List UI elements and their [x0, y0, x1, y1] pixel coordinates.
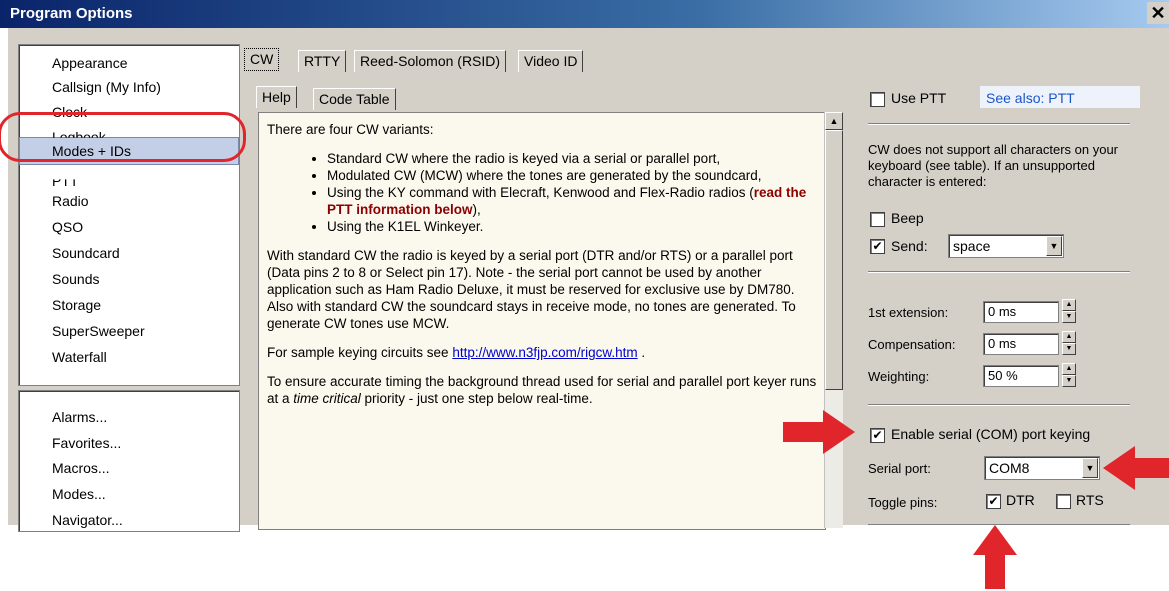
compensation-label: Compensation: [868, 337, 956, 352]
red-arrow-up-icon [973, 525, 1017, 589]
help-para: For sample keying circuits see http://ww… [267, 344, 822, 361]
n3fjp-link[interactable]: http://www.n3fjp.com/rigcw.htm [452, 345, 637, 360]
dtr-label: DTR [1006, 492, 1035, 508]
tool-item-navigator[interactable]: Navigator... [52, 512, 123, 528]
help-bullet: Using the KY command with Elecraft, Kenw… [327, 184, 822, 218]
compensation-input[interactable]: 0 ms [983, 333, 1059, 355]
compensation-spinner[interactable]: ▲ ▼ [1062, 331, 1076, 355]
highlight-oval-annotation [0, 112, 246, 162]
ky-text: Using the KY command with Elecraft, Kenw… [327, 185, 754, 200]
tab-cw[interactable]: CW [244, 48, 280, 71]
tool-item-macros[interactable]: Macros... [52, 460, 110, 476]
weighting-spinner[interactable]: ▲ ▼ [1062, 363, 1076, 387]
tools-list: Alarms... Favorites... Macros... Modes..… [18, 390, 240, 532]
chevron-down-icon[interactable]: ▼ [1082, 458, 1098, 478]
beep-checkbox[interactable] [870, 212, 885, 227]
use-ptt-label: Use PTT [891, 90, 947, 106]
chevron-down-icon[interactable]: ▼ [1046, 236, 1062, 256]
para2-text: For sample keying circuits see [267, 345, 453, 360]
para2-suffix: . [637, 345, 646, 360]
help-bullet-list: Standard CW where the radio is keyed via… [267, 150, 822, 235]
category-list: Appearance Callsign (My Info) Clock Logb… [18, 44, 240, 386]
weighting-input[interactable]: 50 % [983, 365, 1059, 387]
ky-suffix: ), [472, 202, 481, 217]
red-arrow-left-icon [1103, 446, 1169, 490]
first-extension-spinner[interactable]: ▲ ▼ [1062, 299, 1076, 323]
tool-item-favorites[interactable]: Favorites... [52, 435, 121, 451]
separator [868, 123, 1130, 125]
title-bar: Program Options ✕ [0, 0, 1169, 28]
dtr-checkbox[interactable]: ✔ [986, 494, 1001, 509]
help-scrollbar[interactable]: ▲ [824, 112, 843, 528]
weighting-label: Weighting: [868, 369, 930, 384]
spin-up-icon[interactable]: ▲ [1062, 299, 1076, 311]
help-text: There are four CW variants: Standard CW … [267, 121, 822, 419]
unsupported-note: CW does not support all characters on yo… [868, 142, 1119, 189]
tool-item-modes[interactable]: Modes... [52, 486, 106, 502]
para3-em: time critical [293, 391, 361, 406]
help-bullet: Using the K1EL Winkeyer. [327, 218, 822, 235]
tab-help[interactable]: Help [256, 86, 297, 108]
sidebar-item-supersweeper[interactable]: SuperSweeper [52, 323, 145, 339]
sidebar-item-callsign[interactable]: Callsign (My Info) [52, 79, 161, 95]
tool-item-alarms[interactable]: Alarms... [52, 409, 107, 425]
separator [868, 271, 1130, 273]
beep-label: Beep [891, 210, 924, 226]
rts-checkbox[interactable] [1056, 494, 1071, 509]
enable-serial-checkbox[interactable]: ✔ [870, 428, 885, 443]
toggle-pins-label: Toggle pins: [868, 495, 938, 510]
sidebar-item-radio[interactable]: Radio [52, 193, 89, 209]
sidebar-item-appearance[interactable]: Appearance [52, 55, 128, 71]
tab-rsid[interactable]: Reed-Solomon (RSID) [354, 50, 507, 72]
spin-down-icon[interactable]: ▼ [1062, 311, 1076, 323]
enable-serial-label: Enable serial (COM) port keying [891, 426, 1091, 442]
first-extension-input[interactable]: 0 ms [983, 301, 1059, 323]
send-checkbox[interactable]: ✔ [870, 239, 885, 254]
spin-up-icon[interactable]: ▲ [1062, 331, 1076, 343]
tab-video-id[interactable]: Video ID [518, 50, 584, 72]
help-bullet: Standard CW where the radio is keyed via… [327, 150, 822, 167]
scroll-up-arrow-icon[interactable]: ▲ [825, 112, 843, 130]
spin-up-icon[interactable]: ▲ [1062, 363, 1076, 375]
see-also-ptt-link[interactable]: See also: PTT [980, 86, 1140, 108]
scroll-thumb[interactable] [825, 130, 843, 390]
dialog-body: Appearance Callsign (My Info) Clock Logb… [0, 28, 1169, 532]
first-extension-label: 1st extension: [868, 305, 949, 320]
sidebar-item-sounds[interactable]: Sounds [52, 271, 99, 287]
sidebar-item-qso[interactable]: QSO [52, 219, 83, 235]
help-para: With standard CW the radio is keyed by a… [267, 248, 796, 331]
separator [868, 404, 1130, 406]
spin-down-icon[interactable]: ▼ [1062, 375, 1076, 387]
tab-code-table[interactable]: Code Table [313, 88, 396, 110]
sidebar-item-waterfall[interactable]: Waterfall [52, 349, 107, 365]
sidebar-item-storage[interactable]: Storage [52, 297, 101, 313]
spin-down-icon[interactable]: ▼ [1062, 343, 1076, 355]
para3-text-b: priority - just one step below real-time… [360, 391, 593, 406]
window-title: Program Options [10, 5, 133, 22]
sidebar-item-ptt[interactable]: PTT [52, 179, 78, 189]
serial-port-label: Serial port: [868, 461, 931, 476]
tab-rtty[interactable]: RTTY [298, 50, 347, 72]
send-label: Send: [891, 238, 928, 254]
help-para: To ensure accurate timing the background… [267, 373, 822, 407]
help-bullet: Modulated CW (MCW) where the tones are g… [327, 167, 822, 184]
use-ptt-checkbox[interactable] [870, 92, 885, 107]
rts-label: RTS [1076, 492, 1104, 508]
help-intro: There are four CW variants: [267, 122, 434, 137]
red-arrow-right-icon [783, 410, 855, 454]
sidebar-item-soundcard[interactable]: Soundcard [52, 245, 120, 261]
help-pane: There are four CW variants: Standard CW … [258, 112, 826, 530]
close-icon[interactable]: ✕ [1147, 2, 1169, 24]
